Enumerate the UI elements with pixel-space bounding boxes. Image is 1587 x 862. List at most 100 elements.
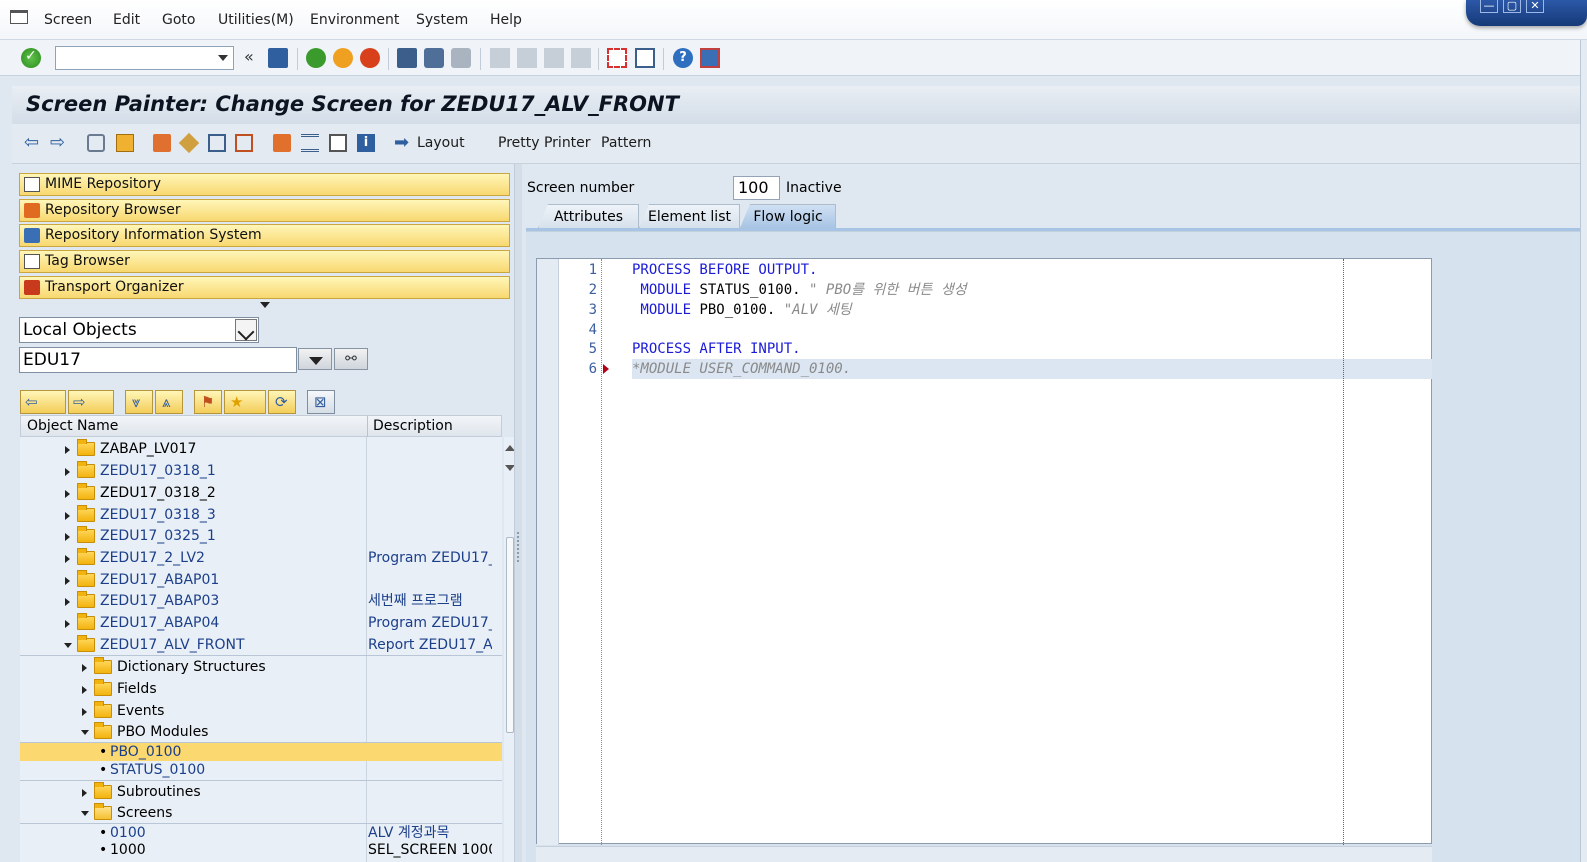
tree-node[interactable]: ZEDU17_0325_1 [20,525,502,547]
first-page-icon[interactable] [490,48,510,68]
tree-node[interactable]: ZEDU17_ALV_FRONT Report ZEDU17_AL [20,634,502,656]
test-icon[interactable] [178,132,200,154]
close-browser-button[interactable]: ⊠ [307,390,335,414]
menu-system[interactable]: System [416,12,468,28]
tree-node[interactable]: PBO Modules [20,721,502,743]
cancel-icon[interactable] [360,48,380,68]
menu-environment[interactable]: Environment [310,12,399,28]
tag-browser-button[interactable]: Tag Browser [19,250,510,273]
collapse-icon[interactable] [81,811,89,816]
back-arrow-icon[interactable]: ⇦ [24,133,39,153]
expand-icon[interactable] [65,598,70,606]
breakpoint-marker-icon[interactable] [603,364,609,374]
tree-scrollbar[interactable] [504,437,515,862]
scrollbar-thumb[interactable] [506,537,514,733]
tree-node[interactable]: ZEDU17_0318_3 [20,504,502,526]
tab-flow-logic[interactable]: Flow logic [740,204,836,228]
tree-node[interactable]: ZEDU17_0318_1 [20,460,502,482]
print-icon[interactable] [397,48,417,68]
tree-node[interactable]: Screens [20,802,502,824]
where-used-icon[interactable] [208,134,226,152]
tree-node[interactable]: • 1000 SEL_SCREEN 1000 [20,841,502,860]
expand-icon[interactable] [82,664,87,672]
tree-node[interactable]: ZEDU17_ABAP04 Program ZEDU17_A [20,612,502,634]
object-name-input[interactable]: EDU17 [19,347,297,373]
next-page-icon[interactable] [544,48,564,68]
expand-icon[interactable] [65,577,70,585]
menu-goto[interactable]: Goto [162,12,195,28]
hierarchy-button[interactable]: ⚑ [194,390,222,414]
display-object-button[interactable]: ⚯ [334,348,368,370]
pattern-button[interactable]: Pattern [601,135,651,151]
expand-icon[interactable] [82,708,87,716]
expand-icon[interactable] [65,533,70,541]
tree-node-selected[interactable]: • PBO_0100 [20,742,502,761]
favorites-button[interactable]: ★ [224,390,266,414]
panel-splitter[interactable] [514,164,522,862]
expand-icon[interactable] [65,620,70,628]
splitter-grip[interactable] [517,532,520,562]
system-menu-icon[interactable] [10,10,28,24]
create-session-icon[interactable] [607,48,627,68]
display-object-list-icon[interactable] [329,134,347,152]
forward-arrow-icon[interactable]: ⇨ [50,133,65,153]
last-page-icon[interactable] [571,48,591,68]
tree-node[interactable]: ZEDU17_0318_2 [20,482,502,504]
object-list-icon[interactable] [273,134,291,152]
code-editor[interactable]: 1 2 3 4 5 6 PROCESS BEFORE OUTPUT. MODUL… [536,258,1432,845]
create-shortcut-icon[interactable] [635,48,655,68]
info-icon[interactable]: i [357,134,375,152]
customize-layout-icon[interactable] [700,48,720,68]
collapse-all-button[interactable]: ⩓ [155,390,183,414]
maximize-button[interactable]: ▢ [1503,0,1521,13]
expand-icon[interactable] [65,490,70,498]
enter-icon[interactable] [21,48,41,68]
screen-number-field[interactable]: 100 [733,176,780,200]
repository-browser-button[interactable]: Repository Browser [19,199,510,222]
collapse-arrow-icon[interactable] [260,302,270,308]
command-field[interactable] [55,46,234,70]
back-icon[interactable] [306,48,326,68]
menu-help[interactable]: Help [490,12,522,28]
collapse-icon[interactable] [81,730,89,735]
object-name-dropdown-button[interactable] [298,348,332,370]
other-object-icon[interactable] [235,134,253,152]
tree-node[interactable]: ZEDU17_ABAP01 [20,569,502,591]
previous-object-button[interactable]: ⇦ [20,390,66,414]
transport-organizer-button[interactable]: Transport Organizer [19,276,510,299]
activate-icon[interactable] [153,134,171,152]
save-icon[interactable] [268,48,288,68]
check-icon[interactable] [116,134,134,152]
tree-node[interactable]: • 0100 ALV 계정과목 [20,823,502,842]
minimize-button[interactable]: — [1480,0,1498,13]
navigation-window-icon[interactable] [301,134,319,152]
expand-all-button[interactable]: ⩔ [125,390,153,414]
expand-icon[interactable] [82,789,87,797]
repository-info-system-button[interactable]: Repository Information System [19,224,510,247]
menu-utilities[interactable]: Utilities(M) [218,12,294,28]
layout-button[interactable]: Layout [417,135,465,151]
tab-attributes[interactable]: Attributes [538,204,639,228]
expand-icon[interactable] [65,512,70,520]
find-next-icon[interactable] [451,48,471,68]
column-object-name[interactable]: Object Name [27,416,118,436]
expand-icon[interactable] [65,468,70,476]
expand-icon[interactable] [82,686,87,694]
previous-page-icon[interactable] [517,48,537,68]
tree-node[interactable]: • STATUS_0100 [20,761,502,780]
tree-node[interactable]: ZEDU17_2_LV2 Program ZEDU17_2 [20,547,502,569]
expand-icon[interactable] [65,446,70,454]
tree-node[interactable]: Dictionary Structures [20,655,502,677]
column-description[interactable]: Description [373,416,453,436]
next-object-button[interactable]: ⇨ [68,390,114,414]
chevron-down-icon[interactable] [218,55,228,61]
collapse-icon[interactable] [64,643,72,648]
collapse-icon[interactable]: « [244,47,254,67]
tree-node[interactable]: Subroutines [20,780,502,802]
exit-icon[interactable] [333,48,353,68]
close-window-button[interactable]: ✕ [1526,0,1544,13]
find-icon[interactable] [424,48,444,68]
column-divider[interactable] [367,416,368,437]
tree-node[interactable]: Events [20,700,502,722]
menu-edit[interactable]: Edit [113,12,140,28]
